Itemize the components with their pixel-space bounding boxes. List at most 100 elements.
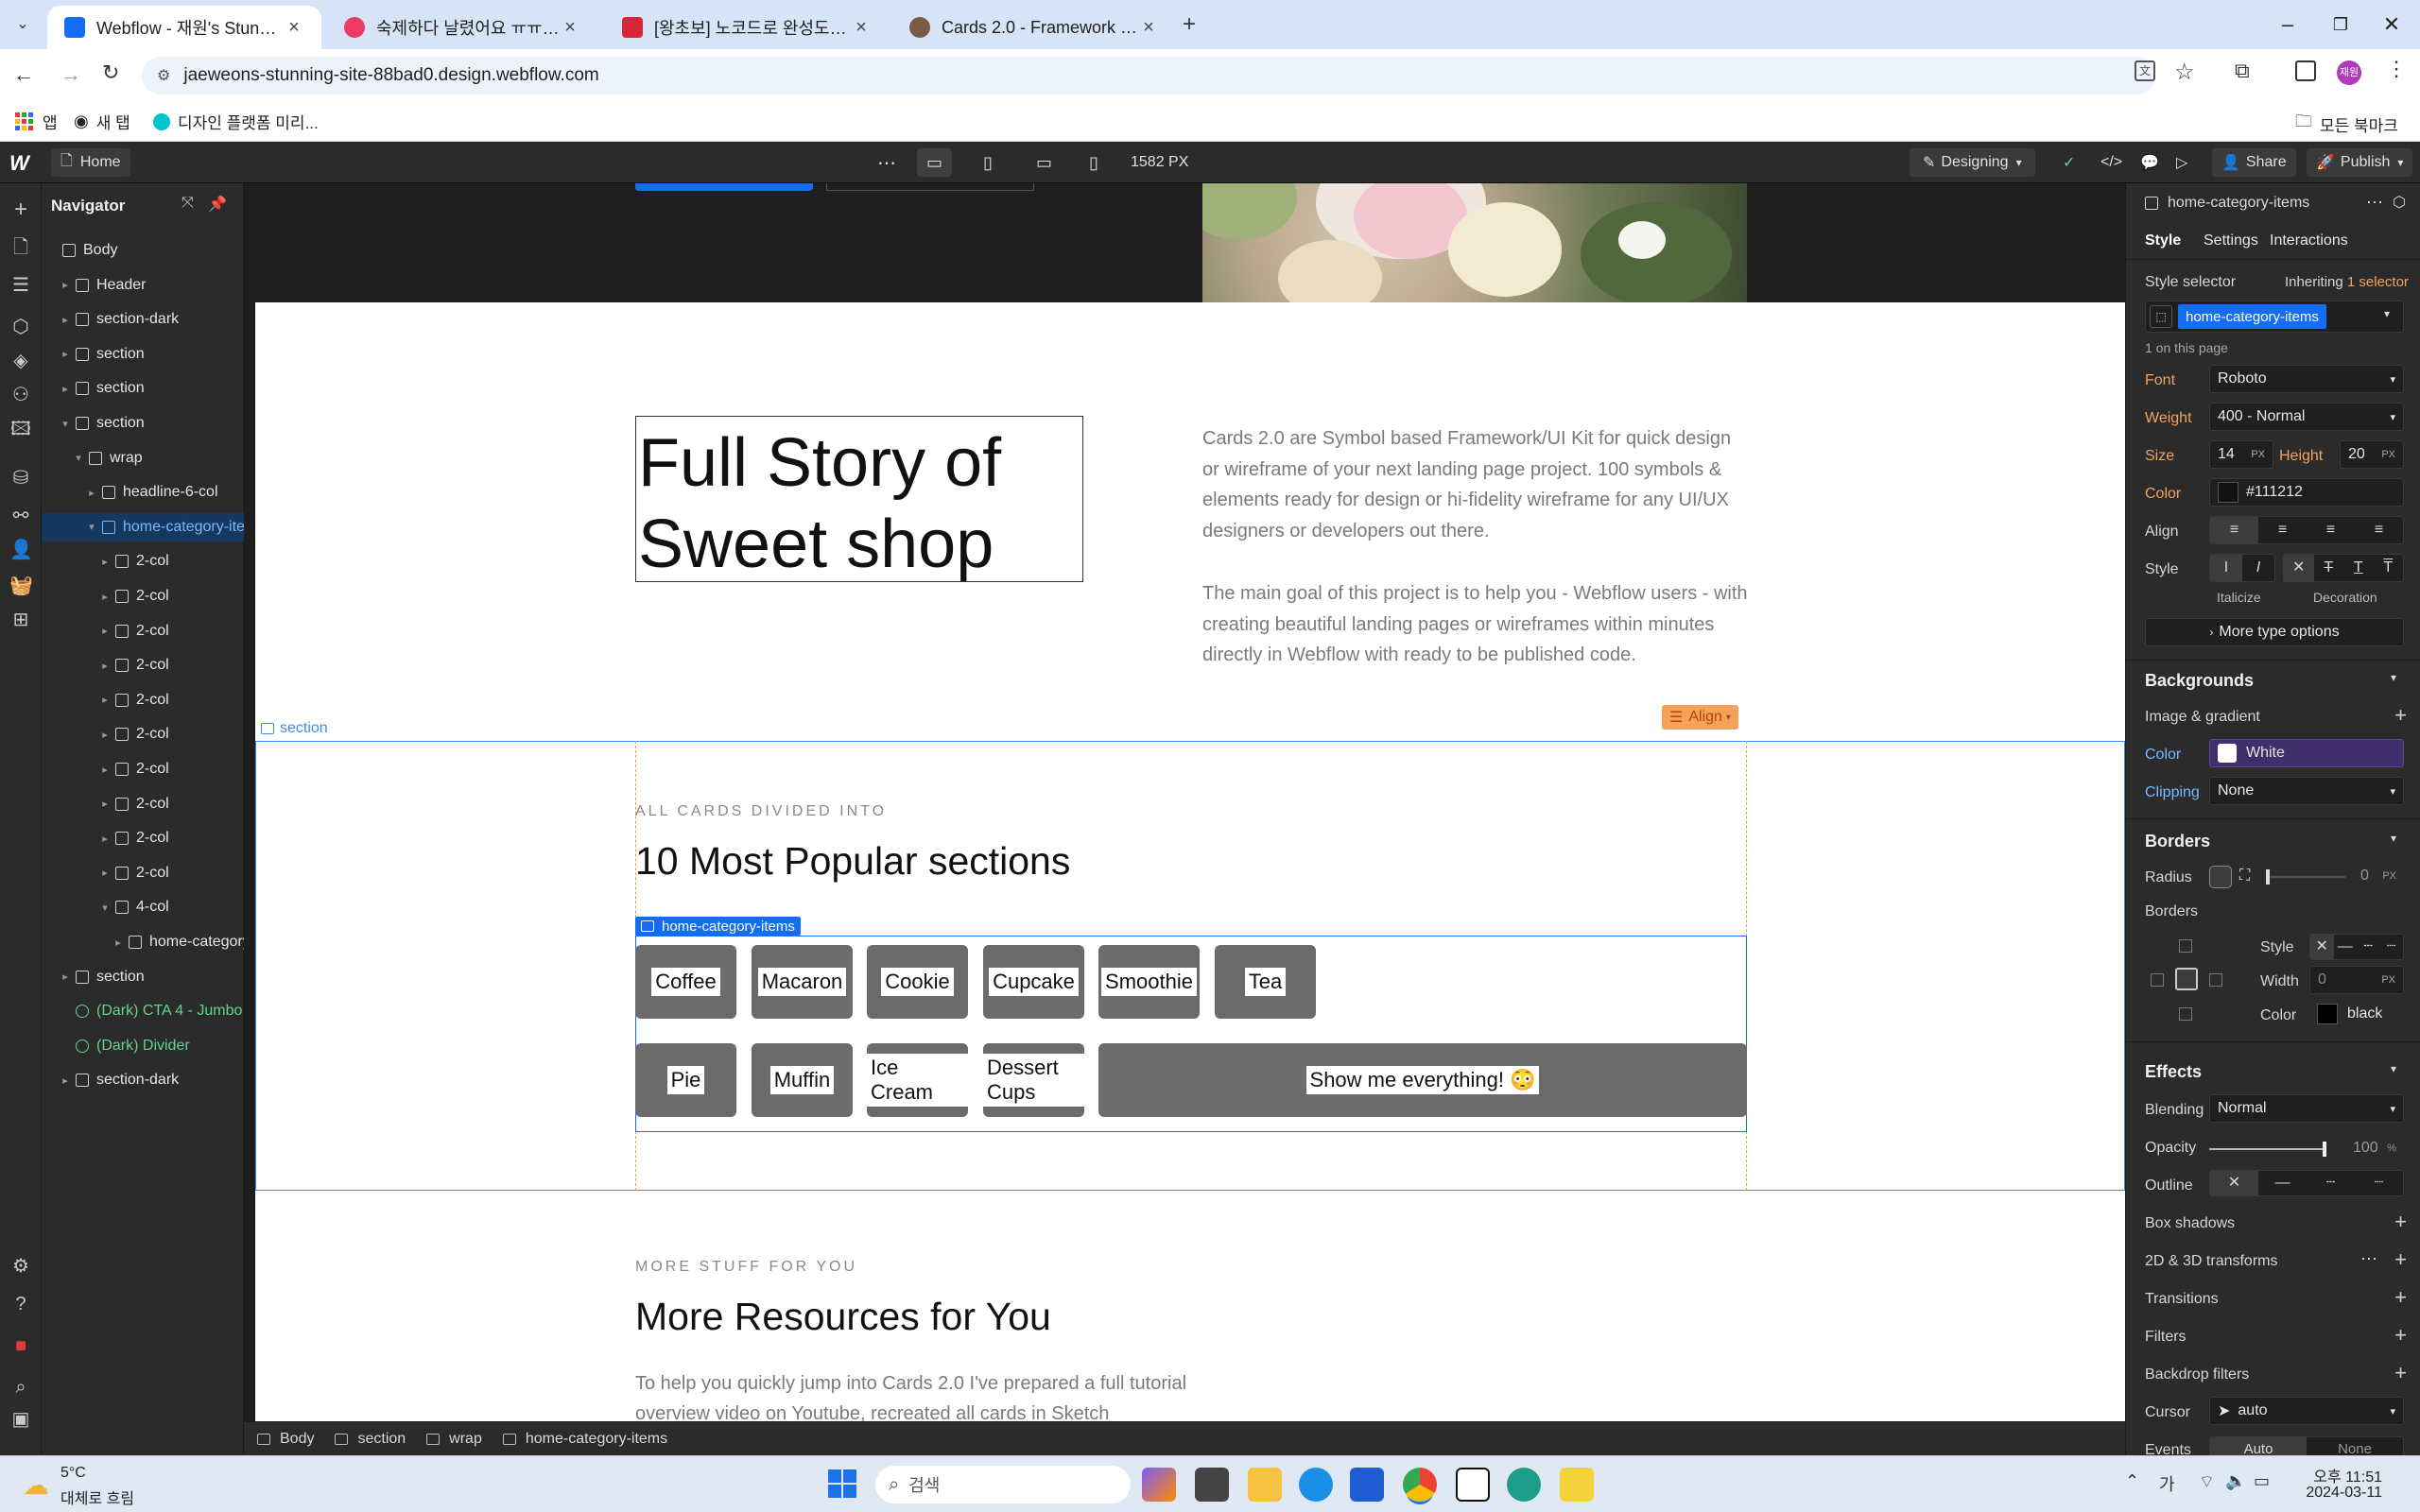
site-info-icon[interactable]: ⚙ xyxy=(157,66,170,85)
opacity-input[interactable]: 100% xyxy=(2345,1134,2404,1162)
breadcrumb-item[interactable]: wrap xyxy=(426,1431,482,1448)
border-dotted-icon[interactable]: ┈ xyxy=(2380,935,2404,959)
caret-right-icon[interactable]: ▸ xyxy=(98,867,112,879)
add-panel-icon[interactable]: + xyxy=(9,198,32,221)
caret-right-icon[interactable]: ▸ xyxy=(98,556,112,568)
help-icon[interactable]: ? xyxy=(9,1293,32,1315)
pin-icon[interactable]: 📌 xyxy=(208,195,227,214)
page-selector[interactable]: 🗋 Home xyxy=(51,148,130,177)
category-button[interactable]: Tea xyxy=(1215,945,1316,1019)
selector-chip[interactable]: home-category-items xyxy=(2178,304,2326,329)
category-button[interactable]: Smoothie xyxy=(1098,945,1200,1019)
weather-icon[interactable]: ☁ xyxy=(23,1469,49,1501)
tab-interactions[interactable]: Interactions xyxy=(2270,232,2348,249)
forward-icon[interactable]: → xyxy=(60,62,81,87)
add-shadow-icon[interactable]: + xyxy=(2394,1210,2407,1234)
caret-right-icon[interactable]: ▸ xyxy=(98,591,112,603)
caret-right-icon[interactable]: ▸ xyxy=(59,314,72,326)
volume-icon[interactable]: 🔈 xyxy=(2225,1471,2246,1491)
navigator-node[interactable]: ▸ 2-col xyxy=(42,582,244,610)
outline-solid-icon[interactable]: — xyxy=(2258,1171,2307,1195)
window-close-icon[interactable]: ✕ xyxy=(2373,8,2411,42)
bookmark-design[interactable]: 디자인 플랫폼 미리... xyxy=(153,110,319,133)
selected-element-tag[interactable]: home-category-items xyxy=(635,917,801,936)
navigator-node[interactable]: ▸ 2-col xyxy=(42,859,244,887)
more-type-options-button[interactable]: › More type options xyxy=(2145,618,2404,646)
file-explorer-icon[interactable] xyxy=(1248,1468,1282,1502)
border-solid-icon[interactable]: — xyxy=(2334,935,2358,959)
category-button[interactable]: Ice Cream xyxy=(867,1043,968,1117)
story-heading-box[interactable]: Full Story of Sweet shop xyxy=(635,416,1083,582)
tab-2[interactable]: 숙제하다 날렸어요 ㅠㅠㅠㅠㅠ × xyxy=(327,6,597,49)
caret-right-icon[interactable]: ▸ xyxy=(85,487,98,499)
navigator-node[interactable]: ▸ home-category xyxy=(42,928,244,956)
add-backdrop-icon[interactable]: + xyxy=(2394,1361,2407,1385)
show-everything-button[interactable]: Show me everything! 😳 xyxy=(1098,1043,1747,1117)
more-breakpoints-icon[interactable]: ⋯ xyxy=(868,148,906,177)
navigator-node[interactable]: ▾ home-category-items xyxy=(42,512,244,541)
chevron-down-icon[interactable]: ▾ xyxy=(2391,832,2396,845)
align-right-icon[interactable]: ≡ xyxy=(2307,517,2355,543)
more-options-icon[interactable]: ⋯ xyxy=(2366,193,2383,213)
navigator-node[interactable]: ▸ 2-col xyxy=(42,755,244,783)
cursor-select[interactable]: ➤ auto ▾ xyxy=(2209,1397,2404,1425)
store-icon[interactable] xyxy=(1350,1468,1384,1502)
all-bookmarks[interactable]: 🗀 모든 북마크 xyxy=(2295,110,2398,138)
mode-dropdown[interactable]: ✎ Designing ▾ xyxy=(1910,148,2035,177)
close-icon[interactable]: × xyxy=(851,17,872,39)
caret-right-icon[interactable]: ▸ xyxy=(59,383,72,395)
new-tab-button[interactable]: + xyxy=(1176,11,1202,38)
caret-down-icon[interactable]: ▾ xyxy=(59,418,72,430)
align-center-icon[interactable]: ≡ xyxy=(2258,517,2307,543)
opacity-slider[interactable] xyxy=(2209,1142,2326,1157)
comment-icon[interactable]: 💬 xyxy=(2131,148,2169,177)
saved-check-icon[interactable]: ✓ xyxy=(2053,148,2084,177)
border-bottom-icon[interactable] xyxy=(2179,1007,2192,1021)
navigator-node[interactable]: ▸ 2-col xyxy=(42,547,244,576)
navigator-node[interactable]: (Dark) Divider xyxy=(42,1032,244,1060)
tab-4[interactable]: Cards 2.0 - Framework & UI Kit × xyxy=(892,6,1176,49)
category-button[interactable]: Macaron xyxy=(752,945,853,1019)
battery-icon[interactable]: ▭ xyxy=(2254,1471,2270,1491)
navigator-node[interactable]: ▸ Header xyxy=(42,271,244,300)
navigator-node[interactable]: ▸ 2-col xyxy=(42,617,244,645)
overline-icon[interactable]: T xyxy=(2374,555,2404,581)
breadcrumb-item[interactable]: section xyxy=(335,1431,406,1448)
close-icon[interactable]: × xyxy=(284,17,304,39)
tab-webflow[interactable]: Webflow - 재원's Stunning Site × xyxy=(47,6,321,49)
pages-icon[interactable]: 🗋 xyxy=(9,236,32,259)
category-button[interactable]: Cookie xyxy=(867,945,968,1019)
radius-slider-handle[interactable] xyxy=(2266,869,2270,885)
navigator-node[interactable]: ▸ section xyxy=(42,374,244,403)
mobile-landscape-icon[interactable]: ▭ xyxy=(1027,148,1062,177)
navigator-node[interactable]: ▸ 2-col xyxy=(42,824,244,852)
transforms-more-icon[interactable]: ⋯ xyxy=(2360,1249,2377,1269)
border-color-field[interactable]: black xyxy=(2309,1000,2404,1028)
sidepanel-icon[interactable] xyxy=(2295,60,2316,81)
navigator-node[interactable]: ▸ section xyxy=(42,963,244,991)
webflow-logo[interactable]: W xyxy=(9,151,29,176)
caret-down-icon[interactable]: ▾ xyxy=(72,452,85,464)
notion-icon[interactable] xyxy=(1456,1468,1490,1502)
search-icon[interactable]: ⌕ xyxy=(9,1376,32,1399)
radius-individual-icon[interactable]: ⛶ xyxy=(2239,868,2250,885)
breadcrumb-item[interactable]: Body xyxy=(257,1431,314,1448)
align-badge[interactable]: ☰ Align ▾ xyxy=(1662,705,1738,730)
component-icon[interactable]: ⬡ xyxy=(2393,193,2406,212)
caret-down-icon[interactable]: ▾ xyxy=(85,521,98,533)
components-icon[interactable]: ⬡ xyxy=(9,316,32,338)
chevron-down-icon[interactable]: ▾ xyxy=(2391,671,2396,684)
clock-date[interactable]: 2024-03-11 xyxy=(2288,1485,2382,1502)
record-icon[interactable]: ■ xyxy=(9,1334,32,1357)
selector-state-icon[interactable]: ⬚ xyxy=(2150,305,2172,328)
navigator-node[interactable]: Body xyxy=(42,236,244,265)
text-color-field[interactable]: #111212 xyxy=(2209,478,2404,507)
caret-right-icon[interactable]: ▸ xyxy=(98,660,112,672)
translate-icon[interactable]: 文 xyxy=(2135,60,2155,81)
events-none[interactable]: None xyxy=(2307,1437,2403,1455)
effects-title[interactable]: Effects xyxy=(2145,1062,2202,1082)
variables-icon[interactable]: ◈ xyxy=(9,350,32,372)
bg-color-field[interactable]: White xyxy=(2209,739,2404,767)
opacity-slider-handle[interactable] xyxy=(2323,1142,2326,1157)
align-left-icon[interactable]: ≡ xyxy=(2210,517,2258,543)
